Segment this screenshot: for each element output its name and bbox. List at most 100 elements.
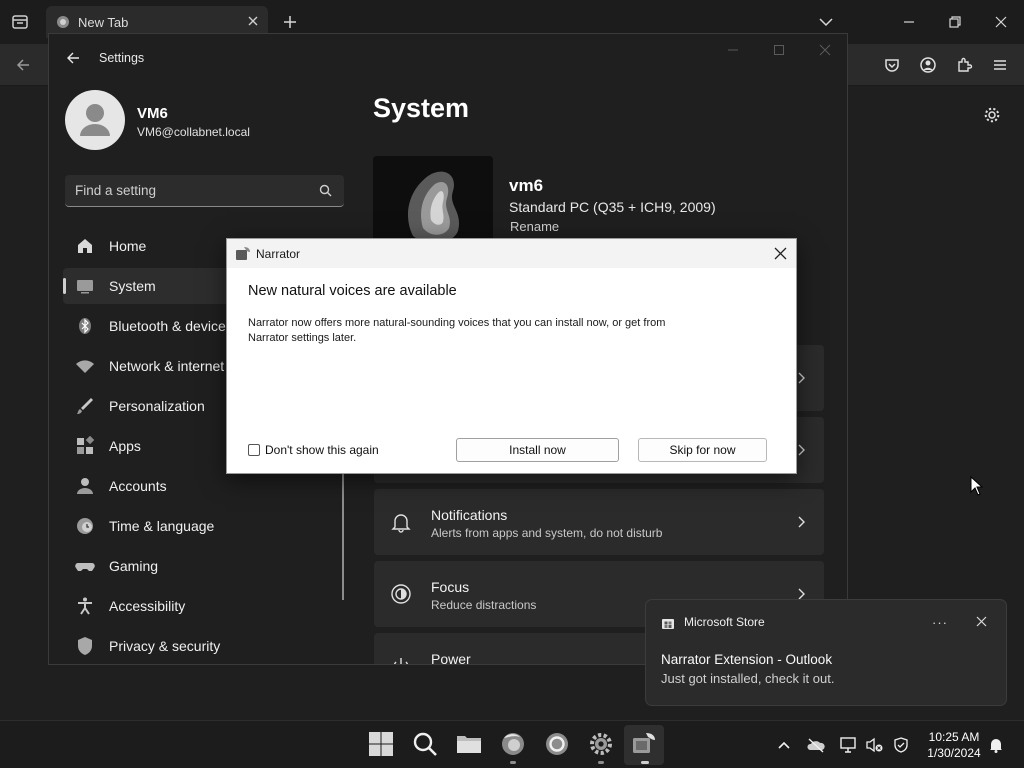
- card-title: Focus: [431, 579, 470, 595]
- chevron-right-icon: [798, 372, 805, 384]
- accounts-icon: [77, 478, 93, 494]
- sidebar-item-time-language[interactable]: Time & language: [63, 508, 345, 544]
- account-icon[interactable]: [919, 56, 937, 74]
- settings-titlebar: Settings: [49, 34, 847, 82]
- tab-list-icon[interactable]: [11, 13, 29, 31]
- security-shield-icon[interactable]: [892, 737, 910, 753]
- narrator-icon: [236, 247, 250, 260]
- card-subtitle: Reduce distractions: [431, 598, 537, 612]
- sidebar-item-privacy[interactable]: Privacy & security: [63, 628, 345, 664]
- speaker-muted-icon[interactable]: [866, 737, 884, 753]
- chevron-right-icon: [798, 444, 805, 456]
- minimize-icon[interactable]: [726, 43, 740, 57]
- taskbar: 10:25 AM 1/30/2024: [0, 720, 1024, 768]
- minimize-icon[interactable]: [900, 13, 918, 31]
- chevron-down-icon[interactable]: [817, 13, 835, 31]
- toast-body: Just got installed, check it out.: [661, 671, 835, 686]
- wifi-icon: [76, 360, 94, 373]
- clock-time[interactable]: 10:25 AM: [924, 730, 984, 744]
- extensions-icon[interactable]: [955, 56, 973, 74]
- close-icon[interactable]: [774, 247, 787, 260]
- gamepad-icon: [75, 563, 95, 571]
- onedrive-offline-icon[interactable]: [807, 737, 825, 753]
- dont-show-checkbox[interactable]: Don't show this again: [248, 443, 379, 457]
- search-icon: [319, 184, 332, 197]
- sidebar-item-accessibility[interactable]: Accessibility: [63, 588, 345, 624]
- start-icon[interactable]: [368, 731, 394, 757]
- clock-date[interactable]: 1/30/2024: [920, 746, 988, 760]
- profile-email: VM6@collabnet.local: [137, 125, 250, 139]
- bluetooth-icon: [79, 318, 91, 334]
- sidebar-item-label: Bluetooth & devices: [109, 318, 233, 334]
- power-icon: [393, 658, 409, 664]
- user-icon: [80, 104, 110, 136]
- sidebar-item-label: Network & internet: [109, 358, 225, 374]
- chevron-up-icon[interactable]: [776, 737, 792, 753]
- sidebar-item-label: Accounts: [109, 478, 167, 494]
- chevron-right-icon: [798, 516, 805, 528]
- skip-for-now-button[interactable]: Skip for now: [638, 438, 767, 462]
- mouse-cursor-icon: [970, 476, 984, 496]
- firefox-favicon-icon: [57, 16, 69, 28]
- system-icon: [77, 280, 93, 294]
- sidebar-item-label: Apps: [109, 438, 141, 454]
- card-title: Power: [431, 651, 471, 665]
- running-indicator: [598, 761, 604, 764]
- profile-name: VM6: [137, 105, 168, 122]
- wallpaper-bloom-icon: [373, 156, 493, 246]
- gear-icon[interactable]: [983, 106, 1001, 124]
- device-model: Standard PC (Q35 + ICH9, 2009): [509, 199, 716, 215]
- close-icon[interactable]: [992, 13, 1010, 31]
- search-input[interactable]: Find a setting: [65, 175, 344, 207]
- menu-icon[interactable]: [991, 56, 1009, 74]
- file-explorer-icon[interactable]: [456, 731, 482, 757]
- narrator-dialog: Narrator New natural voices are availabl…: [226, 238, 797, 474]
- sidebar-item-label: Gaming: [109, 558, 159, 574]
- install-now-button[interactable]: Install now: [456, 438, 619, 462]
- back-arrow-icon[interactable]: [65, 50, 81, 66]
- maximize-icon[interactable]: [772, 43, 786, 57]
- card-subtitle: Alerts from apps and system, do not dist…: [431, 526, 663, 540]
- notification-bell-icon[interactable]: [988, 737, 1004, 753]
- new-tab-icon[interactable]: [281, 13, 299, 31]
- circle-app-icon[interactable]: [544, 731, 570, 757]
- device-name: vm6: [509, 176, 544, 195]
- apps-icon: [77, 436, 95, 454]
- sidebar-item-gaming[interactable]: Gaming: [63, 548, 345, 584]
- sidebar-item-label: Privacy & security: [109, 638, 221, 654]
- sidebar-item-label: Time & language: [109, 518, 215, 534]
- rename-link[interactable]: Rename: [510, 219, 559, 234]
- focus-icon: [391, 584, 411, 604]
- narrator-icon[interactable]: [631, 731, 657, 757]
- restore-icon[interactable]: [946, 13, 964, 31]
- toast-notification[interactable]: Microsoft Store ··· Narrator Extension -…: [645, 599, 1007, 706]
- search-icon[interactable]: [412, 731, 438, 757]
- pocket-icon[interactable]: [883, 56, 901, 74]
- firefox-icon[interactable]: [500, 731, 526, 757]
- toast-app-name: Microsoft Store: [684, 615, 765, 629]
- microsoft-store-icon: [662, 619, 674, 629]
- running-indicator: [641, 761, 649, 764]
- more-options-icon[interactable]: ···: [932, 615, 948, 630]
- back-arrow-icon[interactable]: [14, 56, 32, 74]
- shield-icon: [78, 637, 92, 655]
- settings-card-notifications[interactable]: Notifications Alerts from apps and syste…: [374, 489, 824, 555]
- page-title: System: [373, 93, 470, 123]
- checkbox[interactable]: [248, 444, 260, 456]
- dialog-body: Narrator now offers more natural-soundin…: [248, 317, 666, 344]
- settings-gear-icon[interactable]: [588, 731, 614, 757]
- checkbox-label: Don't show this again: [265, 443, 379, 457]
- close-icon[interactable]: [818, 43, 832, 57]
- sidebar-item-label: Accessibility: [109, 598, 186, 614]
- close-icon[interactable]: [976, 616, 987, 627]
- display-icon[interactable]: [840, 737, 858, 753]
- accessibility-icon: [78, 597, 92, 615]
- avatar[interactable]: [65, 90, 125, 150]
- tab-close-icon[interactable]: [246, 14, 260, 28]
- brush-icon: [77, 398, 93, 414]
- home-icon: [78, 239, 92, 253]
- dialog-title: Narrator: [256, 247, 301, 261]
- running-indicator: [510, 761, 516, 764]
- sidebar-item-label: System: [109, 278, 156, 294]
- sidebar-scrollbar[interactable]: [342, 474, 344, 600]
